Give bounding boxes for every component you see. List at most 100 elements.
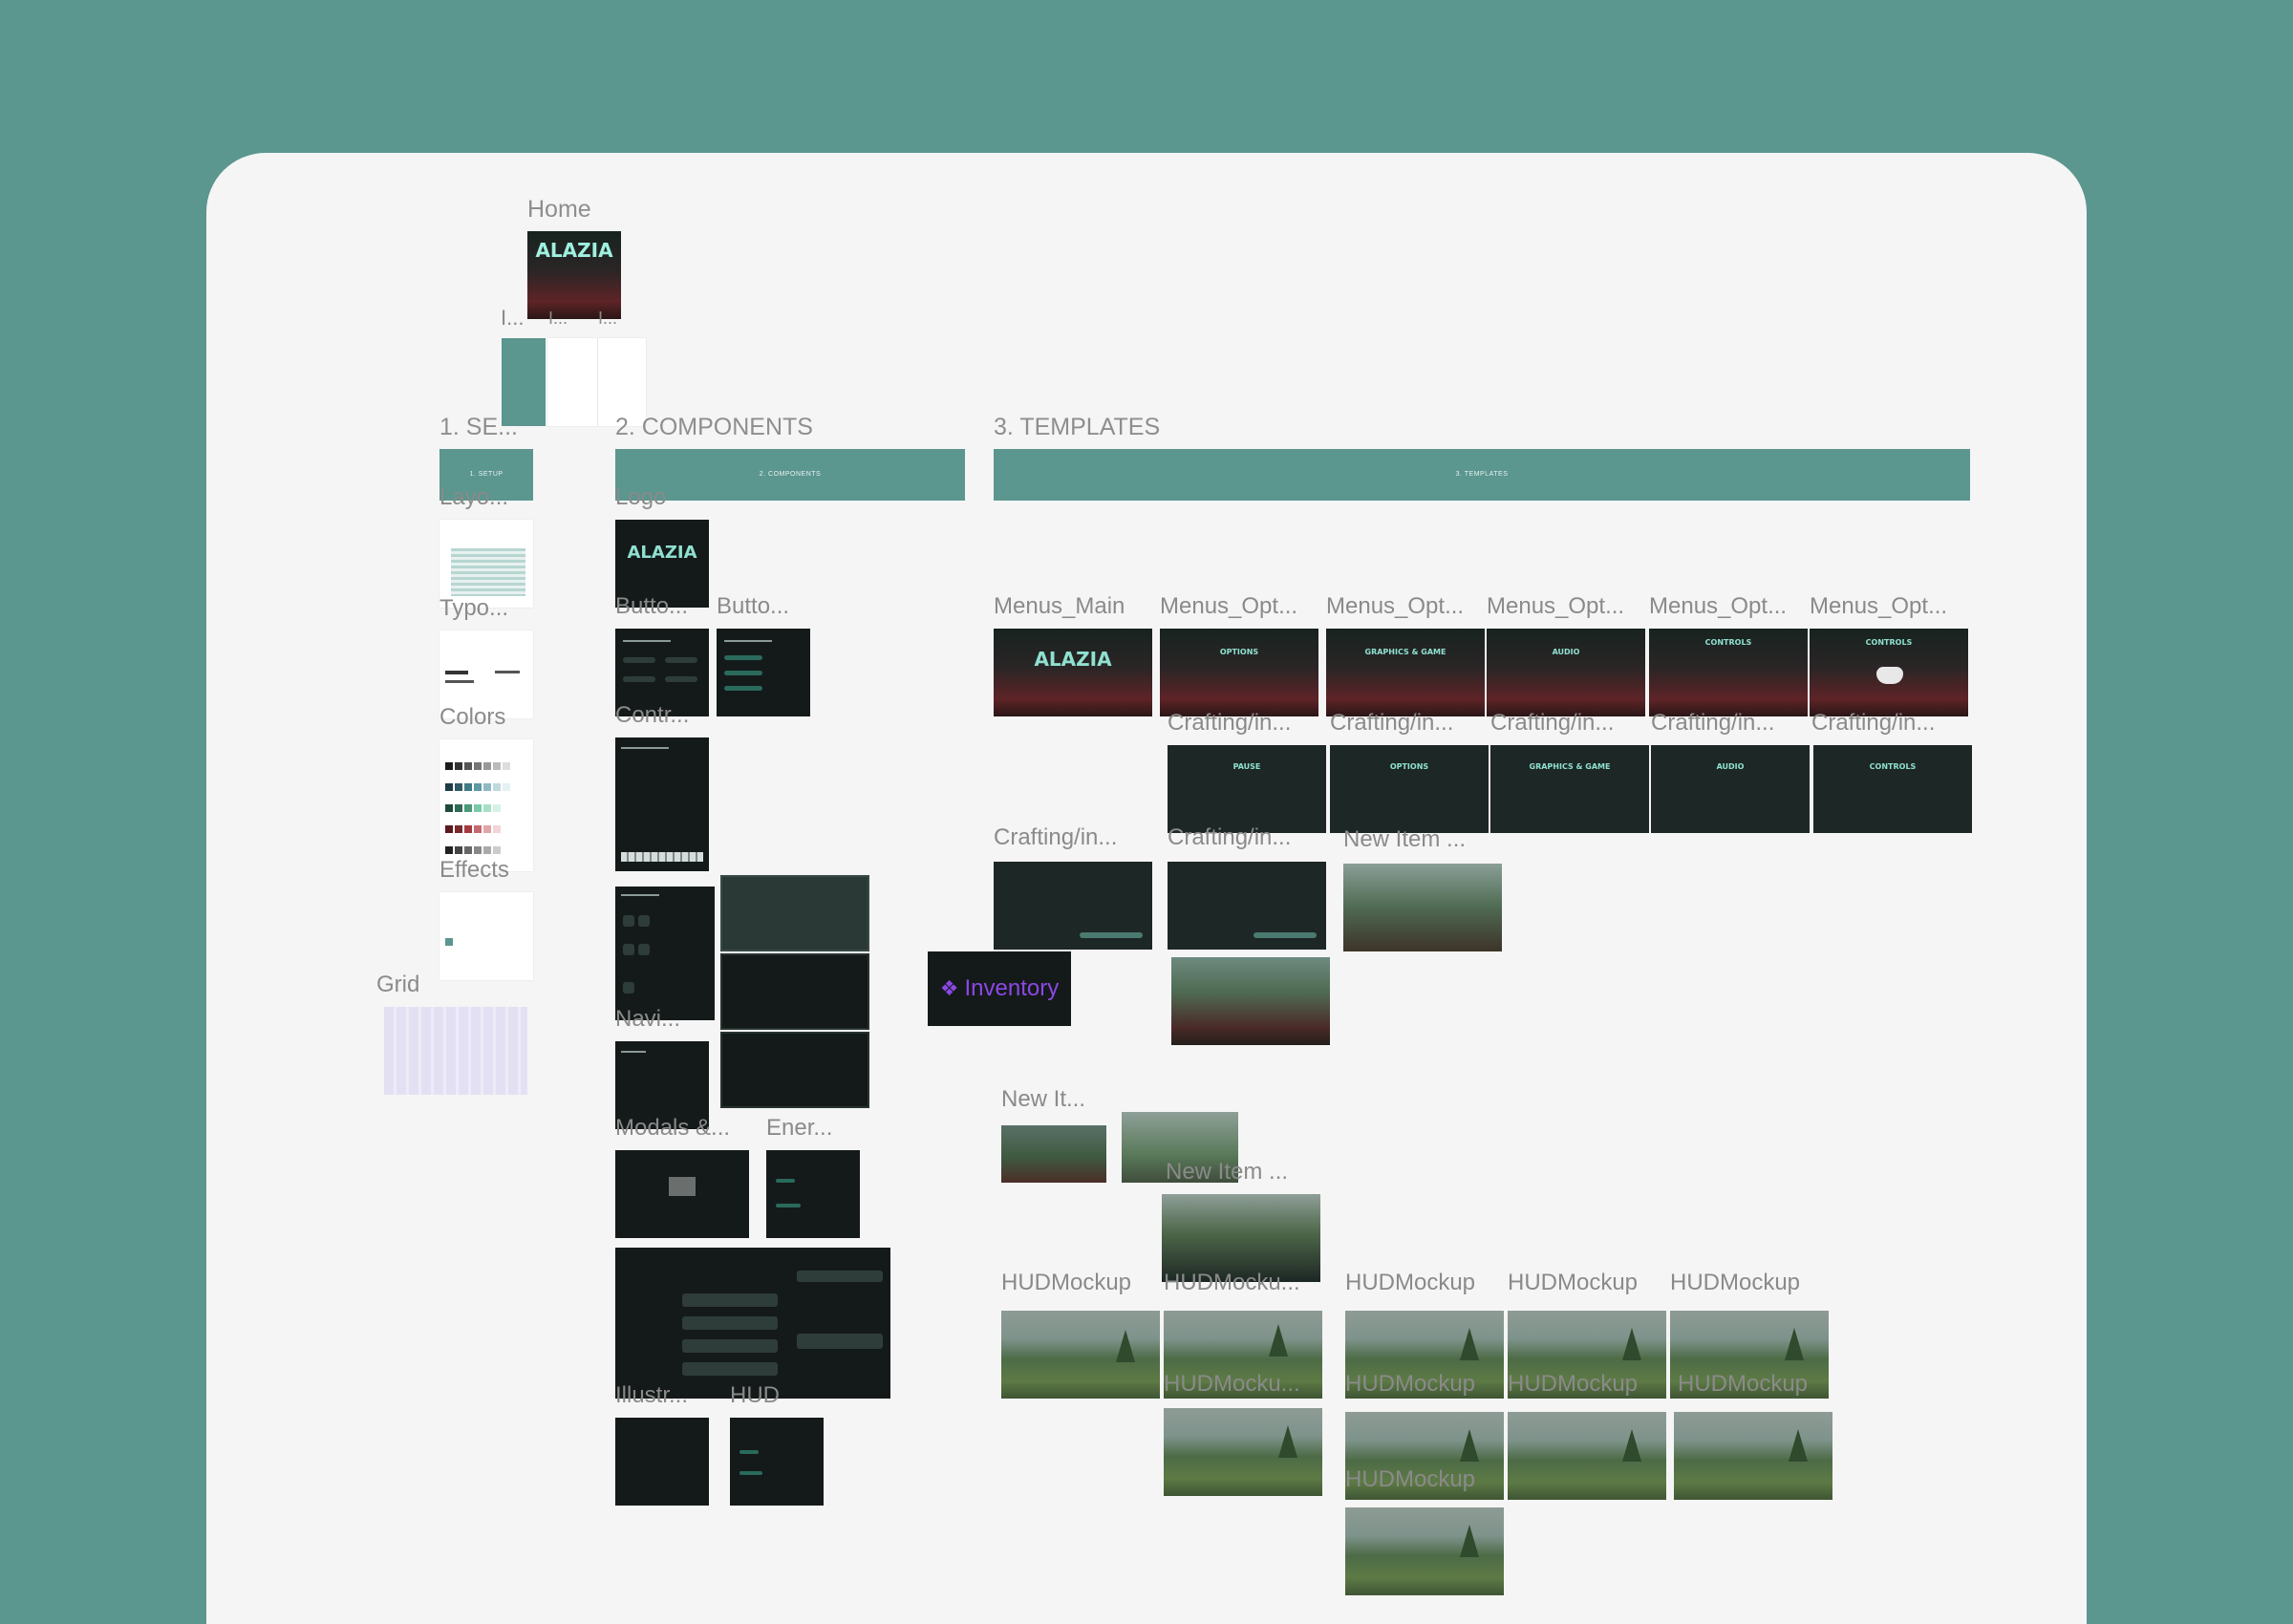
inventory-frame-panel-2[interactable] bbox=[720, 953, 869, 1030]
illustrations-label[interactable]: Illustr... bbox=[615, 1383, 688, 1408]
menus-options-frame-5[interactable]: CONTROLS bbox=[1810, 629, 1968, 716]
controls-frame[interactable] bbox=[615, 737, 709, 871]
crafting-frame-1[interactable]: PAUSE bbox=[1168, 745, 1326, 833]
controls-label[interactable]: Contr... bbox=[615, 703, 689, 728]
design-canvas[interactable]: Home ALAZIA I... I... I... 1. SE... 2. C… bbox=[206, 153, 2087, 1624]
menus-options-frame-4[interactable]: CONTROLS bbox=[1649, 629, 1808, 716]
crafting-frame-2[interactable]: OPTIONS bbox=[1330, 745, 1489, 833]
page-label-index[interactable]: I... bbox=[501, 306, 524, 331]
hud-component-label[interactable]: HUD bbox=[730, 1383, 780, 1408]
section-bar-templates[interactable]: 3. TEMPLATES bbox=[994, 449, 1970, 501]
index-frame-notes[interactable] bbox=[598, 338, 646, 426]
hud-frame-9[interactable] bbox=[1674, 1412, 1832, 1500]
inventory-frame-panel-1[interactable] bbox=[720, 875, 869, 951]
menus-main-frame[interactable]: ALAZIA bbox=[994, 629, 1152, 716]
hud-label-1[interactable]: HUDMockup bbox=[1001, 1271, 1160, 1295]
index-frame-list[interactable] bbox=[547, 338, 597, 426]
modals-frame[interactable] bbox=[615, 1150, 749, 1238]
page-label-index-3[interactable]: I... bbox=[598, 306, 617, 331]
logo-component-text: ALAZIA bbox=[627, 543, 697, 563]
menus-options-title-1: OPTIONS bbox=[1219, 648, 1259, 656]
buttons-frame-2[interactable] bbox=[717, 629, 810, 716]
section-label-templates[interactable]: 3. TEMPLATES bbox=[994, 415, 1160, 439]
crafting-title-3: GRAPHICS & GAME bbox=[1529, 762, 1611, 771]
menus-options-frame-1[interactable]: OPTIONS bbox=[1160, 629, 1318, 716]
menus-main-label[interactable]: Menus_Main bbox=[994, 594, 1154, 619]
logo-label[interactable]: Logo bbox=[615, 485, 666, 510]
crafting-frame-5[interactable]: CONTROLS bbox=[1813, 745, 1972, 833]
crafting-title-1: PAUSE bbox=[1232, 762, 1261, 771]
menus-options-label-4[interactable]: Menus_Opt... bbox=[1649, 594, 1810, 619]
menus-options-label-1[interactable]: Menus_Opt... bbox=[1160, 594, 1320, 619]
page-label-home[interactable]: Home bbox=[527, 197, 591, 222]
section-label-components[interactable]: 2. COMPONENTS bbox=[615, 415, 813, 439]
crafting-component-frame[interactable] bbox=[615, 1248, 890, 1399]
cover-logo: ALAZIA bbox=[535, 239, 613, 262]
hud-label-row2-4[interactable]: HUDMockup bbox=[1678, 1372, 1831, 1397]
menus-main-logo: ALAZIA bbox=[1034, 648, 1112, 671]
crafting-inventory-label-left[interactable]: Crafting/in... bbox=[994, 825, 1156, 850]
illustrations-frame[interactable] bbox=[615, 1418, 709, 1506]
menus-options-label-5[interactable]: Menus_Opt... bbox=[1810, 594, 1970, 619]
crafting-cave-frame[interactable] bbox=[1171, 957, 1330, 1045]
menus-options-label-3[interactable]: Menus_Opt... bbox=[1487, 594, 1647, 619]
colors-frame[interactable] bbox=[439, 739, 533, 871]
new-item-label-3[interactable]: New Item ... bbox=[1166, 1160, 1318, 1185]
hud-frame-8[interactable] bbox=[1508, 1412, 1666, 1500]
hud-label-row2-1[interactable]: HUDMocku... bbox=[1164, 1372, 1317, 1397]
energy-frame[interactable] bbox=[766, 1150, 860, 1238]
hud-label-row2-2[interactable]: HUDMockup bbox=[1345, 1372, 1498, 1397]
crafting-inventory-label-mid[interactable]: Crafting/in... bbox=[1168, 825, 1320, 850]
hud-frame-6[interactable] bbox=[1164, 1408, 1322, 1496]
inventory-frame-list[interactable] bbox=[615, 887, 715, 1020]
menus-options-frame-2[interactable]: GRAPHICS & GAME bbox=[1326, 629, 1485, 716]
grid-frame[interactable] bbox=[384, 1007, 527, 1095]
new-item-frame-2[interactable] bbox=[1001, 1125, 1106, 1183]
inventory-component-instance[interactable]: ❖ Inventory bbox=[928, 951, 1071, 1026]
hud-label-5[interactable]: HUDMockup bbox=[1670, 1271, 1823, 1295]
hud-label-row2-3[interactable]: HUDMockup bbox=[1508, 1372, 1661, 1397]
crafting-frame-4[interactable]: AUDIO bbox=[1651, 745, 1810, 833]
hud-frame-1[interactable] bbox=[1001, 1311, 1160, 1399]
hud-label-2[interactable]: HUDMocku... bbox=[1164, 1271, 1317, 1295]
menus-options-label-2[interactable]: Menus_Opt... bbox=[1326, 594, 1487, 619]
hud-component-frame[interactable] bbox=[730, 1418, 824, 1506]
hud-label-3[interactable]: HUDMockup bbox=[1345, 1271, 1498, 1295]
crafting-label-1[interactable]: Crafting/in... bbox=[1168, 711, 1320, 736]
energy-label[interactable]: Ener... bbox=[766, 1116, 832, 1141]
menus-options-frame-3[interactable]: AUDIO bbox=[1487, 629, 1645, 716]
effects-frame[interactable] bbox=[439, 892, 533, 980]
effects-label[interactable]: Effects bbox=[439, 858, 509, 883]
crafting-label-2[interactable]: Crafting/in... bbox=[1330, 711, 1483, 736]
navigation-label[interactable]: Navi... bbox=[615, 1007, 680, 1032]
grid-label[interactable]: Grid bbox=[376, 972, 419, 997]
crafting-frame-3[interactable]: GRAPHICS & GAME bbox=[1490, 745, 1649, 833]
hud-frame-10[interactable] bbox=[1345, 1507, 1504, 1595]
inventory-frame-panel-3[interactable] bbox=[720, 1032, 869, 1108]
crafting-label-3[interactable]: Crafting/in... bbox=[1490, 711, 1643, 736]
layout-label[interactable]: Layo... bbox=[439, 485, 508, 510]
section-label-setup[interactable]: 1. SE... bbox=[439, 415, 518, 439]
crafting-label-5[interactable]: Crafting/in... bbox=[1811, 711, 1964, 736]
page-label-index-2[interactable]: I... bbox=[548, 306, 568, 331]
crafting-label-4[interactable]: Crafting/in... bbox=[1651, 711, 1804, 736]
hud-label-row3[interactable]: HUDMockup bbox=[1345, 1467, 1498, 1492]
hud-label-4[interactable]: HUDMockup bbox=[1508, 1271, 1661, 1295]
new-item-label-2[interactable]: New It... bbox=[1001, 1087, 1106, 1112]
crafting-inventory-frame-left[interactable] bbox=[994, 862, 1152, 950]
layout-frame[interactable] bbox=[439, 520, 533, 608]
new-item-label-1[interactable]: New Item ... bbox=[1343, 827, 1496, 852]
menus-options-title-4: CONTROLS bbox=[1704, 638, 1752, 647]
buttons-label-2[interactable]: Butto... bbox=[717, 594, 789, 619]
typography-label[interactable]: Typo... bbox=[439, 596, 508, 621]
colors-label[interactable]: Colors bbox=[439, 705, 505, 730]
index-frame-teal[interactable] bbox=[502, 338, 546, 426]
menus-options-title-3: AUDIO bbox=[1552, 648, 1580, 656]
crafting-inventory-frame-mid[interactable] bbox=[1168, 862, 1326, 950]
new-item-frame-1[interactable] bbox=[1343, 864, 1502, 951]
modals-label[interactable]: Modals &... bbox=[615, 1116, 730, 1141]
section-bar-components[interactable]: 2. COMPONENTS bbox=[615, 449, 965, 501]
buttons-label-1[interactable]: Butto... bbox=[615, 594, 688, 619]
new-item-frame-3b[interactable] bbox=[1162, 1194, 1320, 1282]
menus-options-title-2: GRAPHICS & GAME bbox=[1364, 648, 1447, 656]
